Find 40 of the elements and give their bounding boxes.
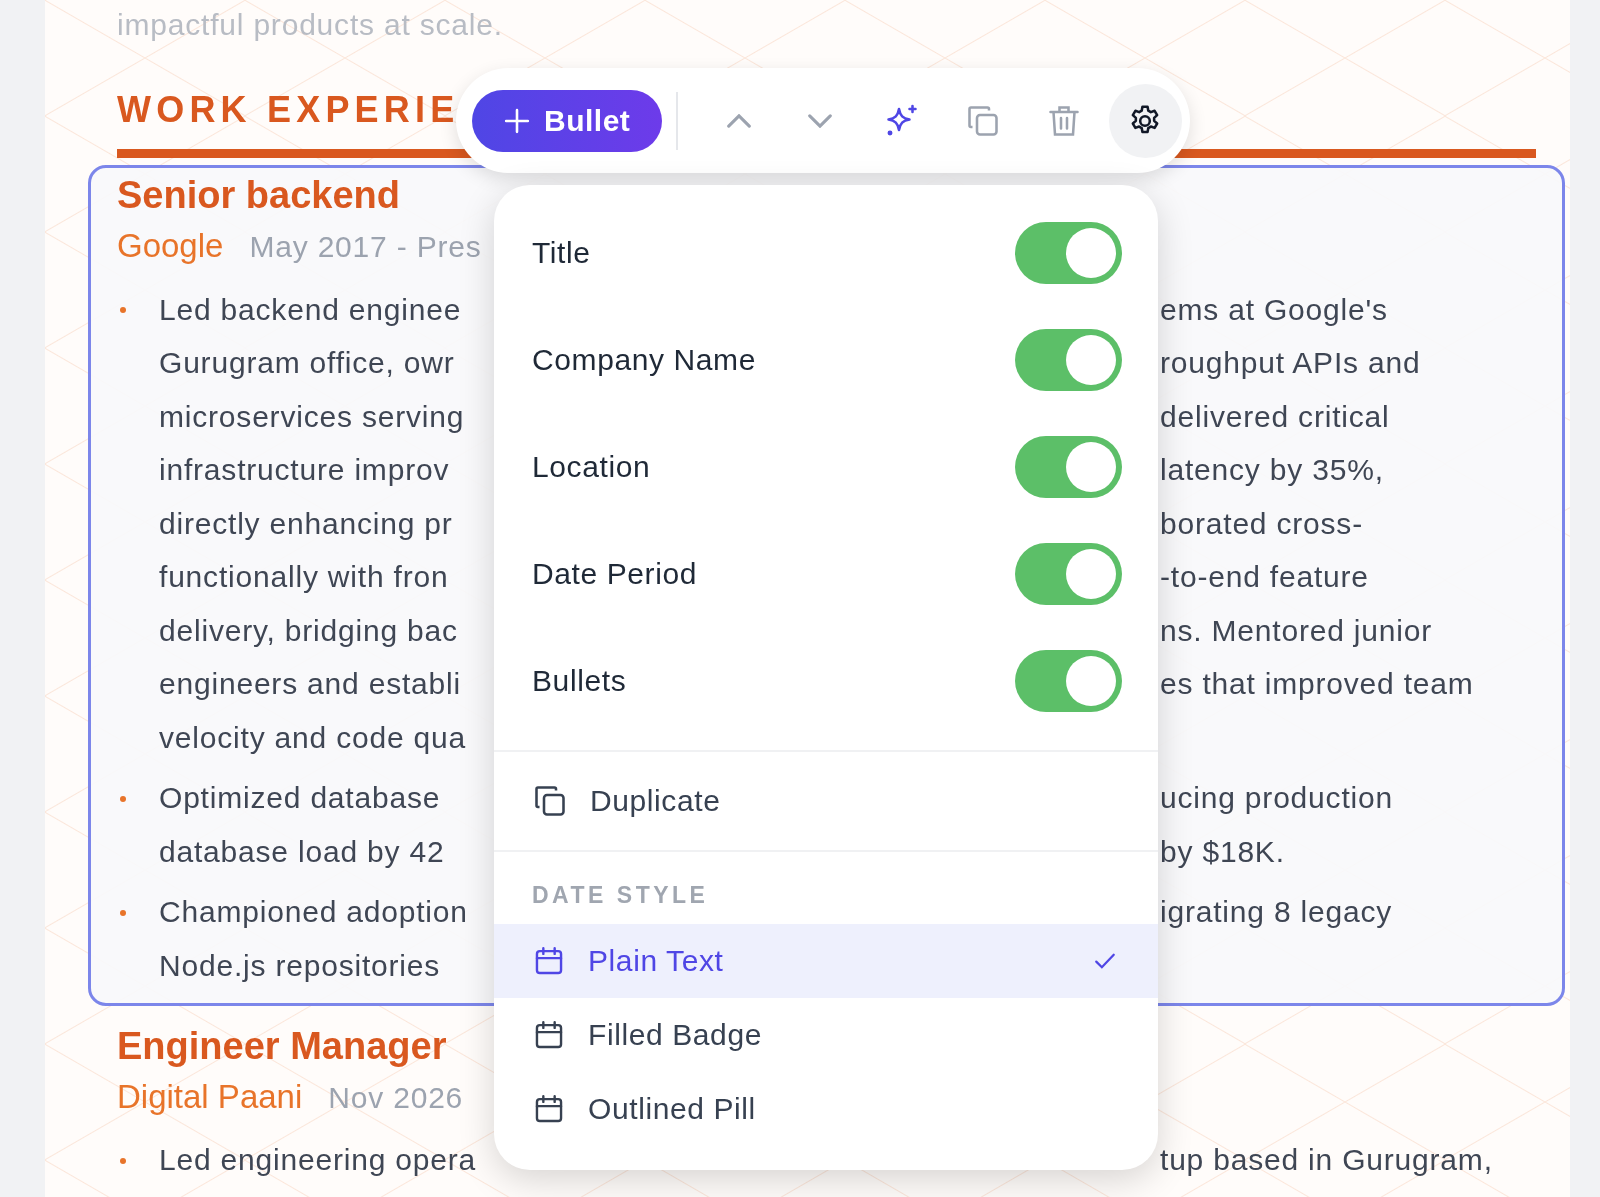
bullet-text: functionally with fron: [159, 560, 450, 595]
bullet-text: ems at Google's: [1160, 292, 1388, 327]
bullet-text: roughput APIs and: [1160, 346, 1421, 381]
bullet-text: Gurugram office, owr: [159, 346, 456, 381]
toggle-label: Location: [532, 449, 651, 484]
job-title: Engineer Manager: [117, 1023, 447, 1069]
menu-section-heading: DATE STYLE: [532, 881, 710, 910]
bullet-text: microservices serving: [159, 399, 466, 434]
date-period: May 2017 - Pres: [249, 229, 482, 265]
toggle-label: Title: [532, 235, 591, 270]
bullet-text: Championed adoption: [159, 895, 469, 930]
bullet-text: delivered critical: [1160, 399, 1390, 434]
bullet-text: ns. Mentored junior: [1160, 613, 1432, 648]
bullet-text: engineers and establi: [159, 667, 462, 702]
bullet-text: delivery, bridging bac: [159, 613, 459, 648]
toggle-label: Date Period: [532, 556, 698, 591]
bullet-text: velocity and code qua: [159, 720, 467, 755]
summary-text: impactful products at scale.: [117, 7, 503, 43]
bullet-text: by $18K.: [1160, 834, 1285, 869]
job-title: Senior backend: [117, 173, 400, 218]
bullet-text: Optimized database: [159, 781, 442, 816]
bullet-text: borated cross-: [1160, 506, 1363, 541]
bullet-text: es that improved team: [1160, 667, 1474, 702]
bullet-text: -to-end feature: [1160, 560, 1369, 595]
bullet-text: infrastructure improv: [159, 453, 451, 488]
section-heading: WORK EXPERIE: [117, 88, 460, 132]
bullet-text: latency by 35%,: [1160, 453, 1384, 488]
company-name: Google: [117, 226, 224, 266]
bullet-text: Led backend enginee: [159, 292, 463, 327]
bullet-text: igrating 8 legacy: [1160, 895, 1393, 930]
bullet-text: database load by 42: [159, 834, 446, 869]
bullet-text: ucing production: [1160, 781, 1393, 816]
company-name: Digital Paani: [117, 1076, 303, 1117]
bullet-text: Node.js repositories: [159, 948, 442, 983]
bullet-text: directly enhancing pr: [159, 506, 454, 541]
date-period: Nov 2026: [328, 1079, 464, 1116]
toggle-label: Bullets: [532, 663, 627, 698]
bullet-text: tup based in Gurugram,: [1160, 1143, 1493, 1178]
bullet-text: Led engineering opera: [159, 1143, 478, 1178]
toggle-label: Company Name: [532, 342, 756, 377]
